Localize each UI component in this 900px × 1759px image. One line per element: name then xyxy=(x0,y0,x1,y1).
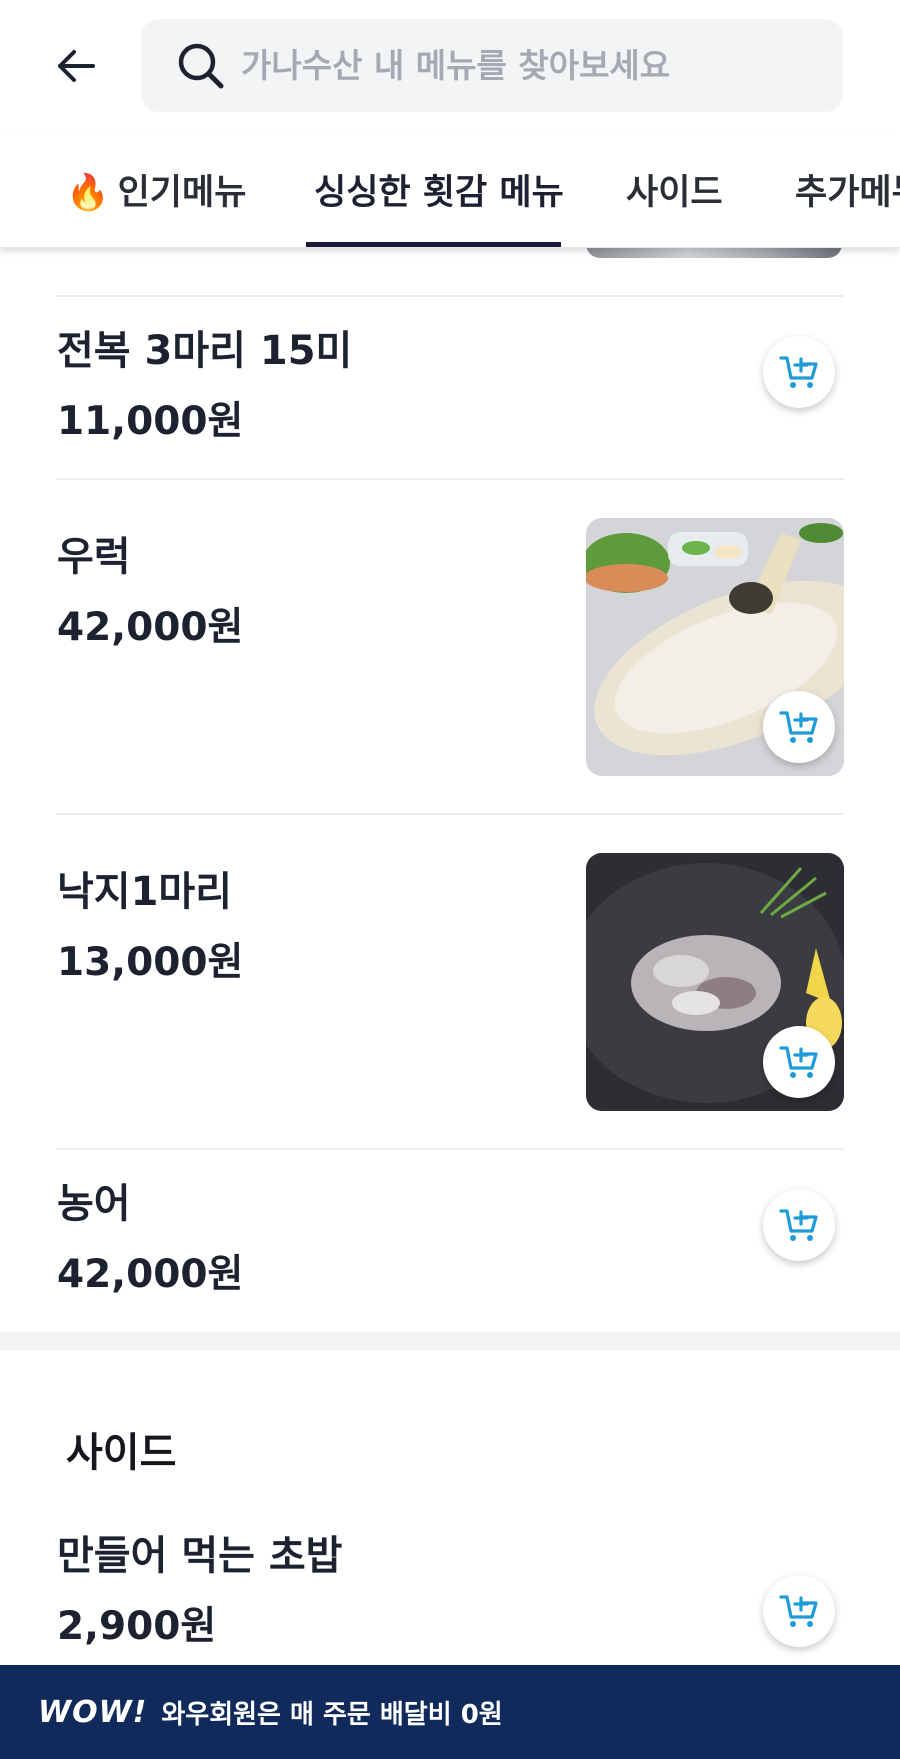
tab-popular[interactable]: 🔥 인기메뉴 xyxy=(66,164,247,247)
banner-text: 와우회원은 매 주문 배달비 0원 xyxy=(161,1699,503,1730)
search-input[interactable] xyxy=(241,46,801,85)
cart-plus-icon xyxy=(779,356,818,388)
header xyxy=(0,0,900,132)
wow-membership-banner[interactable]: WOW! 와우회원은 매 주문 배달비 0원 xyxy=(0,1665,900,1759)
add-to-cart-button[interactable] xyxy=(763,1189,835,1261)
menu-item-name[interactable]: 농어 xyxy=(57,1171,131,1229)
menu-item-name[interactable]: 우럭 xyxy=(57,524,131,582)
menu-item-price: 11,000원 xyxy=(57,399,244,444)
add-to-cart-button[interactable] xyxy=(763,1575,835,1647)
tab-label: 사이드 xyxy=(626,173,723,213)
cart-plus-icon xyxy=(779,1046,818,1078)
wow-logo: WOW! xyxy=(38,1694,148,1730)
divider xyxy=(56,295,844,297)
add-to-cart-button[interactable] xyxy=(763,336,835,408)
menu-item-price: 42,000원 xyxy=(57,605,244,650)
cart-plus-icon xyxy=(779,1595,818,1627)
menu-item-price: 13,000원 xyxy=(57,940,244,985)
category-tabs: 🔥인기메뉴 싱싱한 횟감 메뉴 사이드 추가메뉴 xyxy=(0,132,900,248)
cart-plus-icon xyxy=(779,1209,818,1241)
menu-item-price: 42,000원 xyxy=(57,1252,244,1297)
cart-plus-icon xyxy=(779,711,818,743)
add-to-cart-button[interactable] xyxy=(763,1026,835,1098)
active-tab-indicator xyxy=(306,242,561,247)
menu-item-name[interactable]: 낙지1마리 xyxy=(57,859,232,917)
add-to-cart-button[interactable] xyxy=(763,691,835,763)
divider xyxy=(56,478,844,480)
menu-item-name[interactable]: 전복 3마리 15미 xyxy=(57,318,352,376)
section-title: 사이드 xyxy=(66,1430,177,1476)
divider xyxy=(56,813,844,815)
tab-label: 싱싱한 횟감 메뉴 xyxy=(314,173,564,213)
fire-icon: 🔥 xyxy=(66,173,110,213)
divider xyxy=(56,1148,844,1150)
tab-fresh-sashimi[interactable]: 싱싱한 횟감 메뉴 xyxy=(314,164,564,247)
arrow-left-icon xyxy=(58,50,95,82)
tab-side[interactable]: 사이드 xyxy=(626,164,723,247)
menu-item-name[interactable]: 만들어 먹는 초밥 xyxy=(57,1523,342,1581)
search-bar[interactable] xyxy=(141,19,843,112)
tab-extra[interactable]: 추가메뉴 xyxy=(795,164,900,247)
search-icon xyxy=(173,38,229,94)
menu-item-price: 2,900원 xyxy=(57,1604,217,1649)
tab-label: 추가메뉴 xyxy=(795,173,900,213)
section-separator xyxy=(0,1332,900,1350)
back-button[interactable] xyxy=(48,38,104,94)
tab-label: 인기메뉴 xyxy=(117,173,247,213)
